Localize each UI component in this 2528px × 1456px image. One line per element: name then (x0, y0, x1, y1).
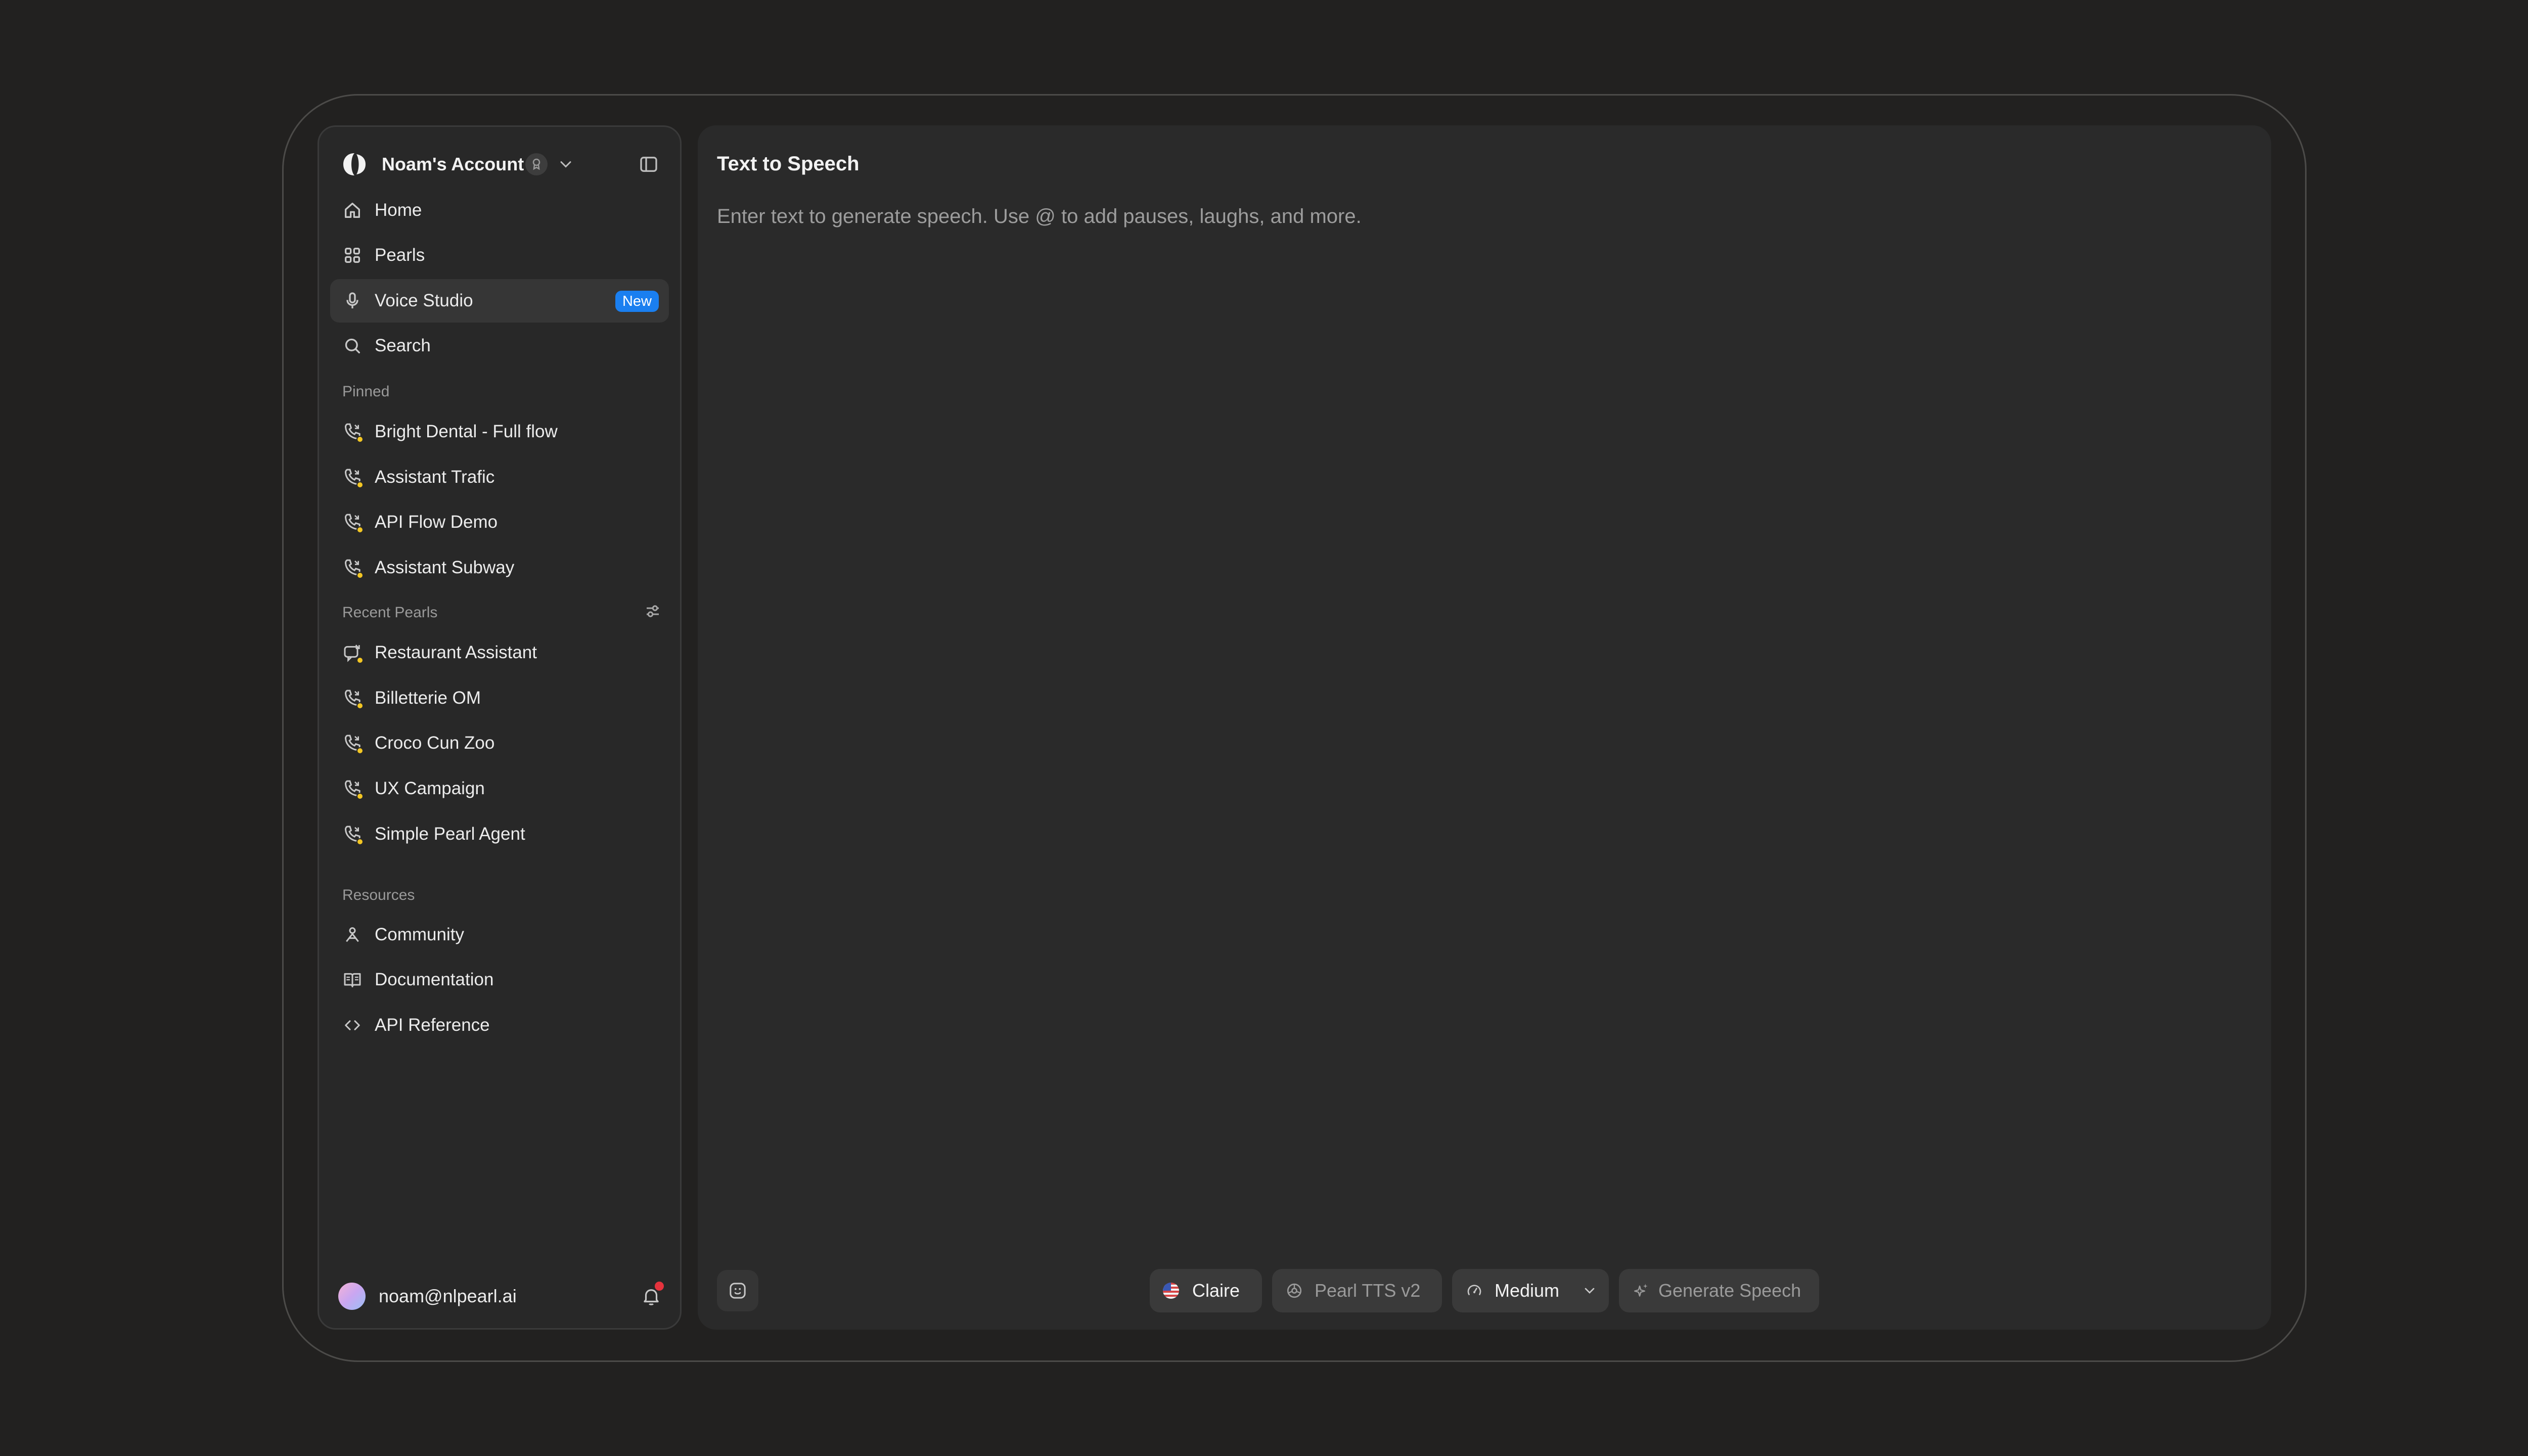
nav-item-label: Search (375, 336, 431, 355)
status-dot (356, 793, 364, 800)
model-icon (1287, 1283, 1302, 1298)
recent-item-label: Croco Cun Zoo (375, 733, 495, 753)
nav-item-pearls[interactable]: Pearls (330, 234, 669, 277)
status-dot (356, 526, 364, 533)
plan-badge-icon (525, 153, 548, 175)
phone-icon (342, 733, 364, 754)
book-icon (344, 973, 361, 987)
pinned-item[interactable]: Assistant Subway (330, 546, 669, 589)
recent-item[interactable]: Billetterie OM (330, 676, 669, 720)
recent-item-label: UX Campaign (375, 779, 485, 798)
home-icon (345, 203, 360, 218)
phone-icon (342, 688, 364, 709)
phone-icon (342, 467, 364, 488)
emoji-button[interactable] (717, 1270, 758, 1311)
recent-item[interactable]: Croco Cun Zoo (330, 721, 669, 765)
status-dot (356, 572, 364, 579)
pinned-item-label: Assistant Subway (375, 558, 515, 577)
pinned-item-label: API Flow Demo (375, 512, 498, 532)
phone-icon (342, 422, 364, 443)
page-title: Text to Speech (717, 153, 860, 175)
user-menu[interactable]: noam@nlpearl.ai (319, 1267, 680, 1328)
resource-item-community[interactable]: Community (330, 913, 669, 957)
voice-label: Claire (1192, 1280, 1240, 1301)
pinned-item[interactable]: Assistant Trafic (330, 456, 669, 499)
voice-selector[interactable]: Claire (1150, 1269, 1262, 1312)
recent-section-title: Recent Pearls (342, 604, 438, 621)
status-dot (356, 436, 364, 443)
pinned-item-label: Assistant Trafic (375, 467, 495, 487)
sparkle-icon (1634, 1284, 1648, 1297)
pinned-item[interactable]: Bright Dental - Full flow (330, 410, 669, 453)
notifications-button[interactable] (641, 1282, 664, 1307)
resource-item-label: API Reference (375, 1015, 490, 1035)
sidebar: Noam's Account Home Pearls Voice Studio … (318, 125, 682, 1330)
avatar (338, 1283, 366, 1310)
grid-icon (345, 248, 360, 263)
emoji-icon (730, 1283, 746, 1299)
chevron-down-icon[interactable] (557, 155, 575, 173)
nav-item-label: Voice Studio (375, 291, 473, 310)
logo-icon (343, 153, 366, 175)
resources-section-title: Resources (342, 887, 415, 903)
notification-dot (655, 1282, 664, 1291)
phone-icon (342, 824, 364, 845)
resource-item-label: Documentation (375, 970, 494, 989)
nav-item-home[interactable]: Home (330, 189, 669, 232)
code-icon (345, 1020, 360, 1030)
resource-item-api-reference[interactable]: API Reference (330, 1004, 669, 1047)
text-to-speech-input[interactable] (717, 202, 2234, 1213)
speed-selector[interactable]: Medium (1452, 1269, 1609, 1312)
model-label: Pearl TTS v2 (1315, 1280, 1421, 1301)
sidebar-toggle-icon[interactable] (639, 154, 659, 174)
nav-item-voice-studio[interactable]: Voice Studio New (330, 279, 669, 323)
nav-item-search[interactable]: Search (330, 324, 669, 368)
main-panel: Text to Speech Claire Pearl TTS v2 (698, 125, 2271, 1330)
pinned-item[interactable]: API Flow Demo (330, 500, 669, 544)
pinned-item-label: Bright Dental - Full flow (375, 422, 558, 441)
status-dot (356, 747, 364, 754)
nav-item-label: Home (375, 200, 422, 220)
user-email: noam@nlpearl.ai (379, 1286, 517, 1306)
resource-item-documentation[interactable]: Documentation (330, 958, 669, 1002)
recent-item[interactable]: UX Campaign (330, 767, 669, 810)
recent-item[interactable]: Restaurant Assistant (330, 631, 669, 674)
chevron-down-icon (1585, 1288, 1595, 1294)
phone-icon (342, 512, 364, 533)
phone-icon (342, 558, 364, 579)
nav-item-label: Pearls (375, 245, 425, 265)
microphone-icon (346, 292, 358, 308)
account-switcher[interactable]: Noam's Account (382, 152, 524, 176)
recent-item-label: Restaurant Assistant (375, 643, 537, 662)
status-dot (356, 702, 364, 709)
filter-icon[interactable] (644, 602, 662, 620)
recent-item[interactable]: Simple Pearl Agent (330, 812, 669, 856)
phone-icon (342, 779, 364, 800)
generate-speech-button[interactable]: Generate Speech (1619, 1269, 1819, 1312)
speedometer-icon (1467, 1285, 1481, 1295)
status-dot (356, 657, 364, 664)
recent-item-label: Billetterie OM (375, 688, 481, 708)
status-dot (356, 838, 364, 845)
speed-label: Medium (1495, 1280, 1560, 1301)
recent-item-label: Simple Pearl Agent (375, 824, 525, 844)
chat-icon (342, 643, 364, 664)
us-flag-icon (1163, 1283, 1179, 1299)
model-selector[interactable]: Pearl TTS v2 (1272, 1269, 1442, 1312)
search-icon (345, 338, 360, 353)
status-dot (356, 481, 364, 488)
new-badge: New (615, 291, 659, 312)
resource-item-label: Community (375, 925, 464, 944)
generate-speech-label: Generate Speech (1658, 1280, 1801, 1301)
sidebar-header: Noam's Account (319, 127, 680, 198)
pinned-section-title: Pinned (342, 383, 390, 400)
community-icon (346, 927, 359, 942)
